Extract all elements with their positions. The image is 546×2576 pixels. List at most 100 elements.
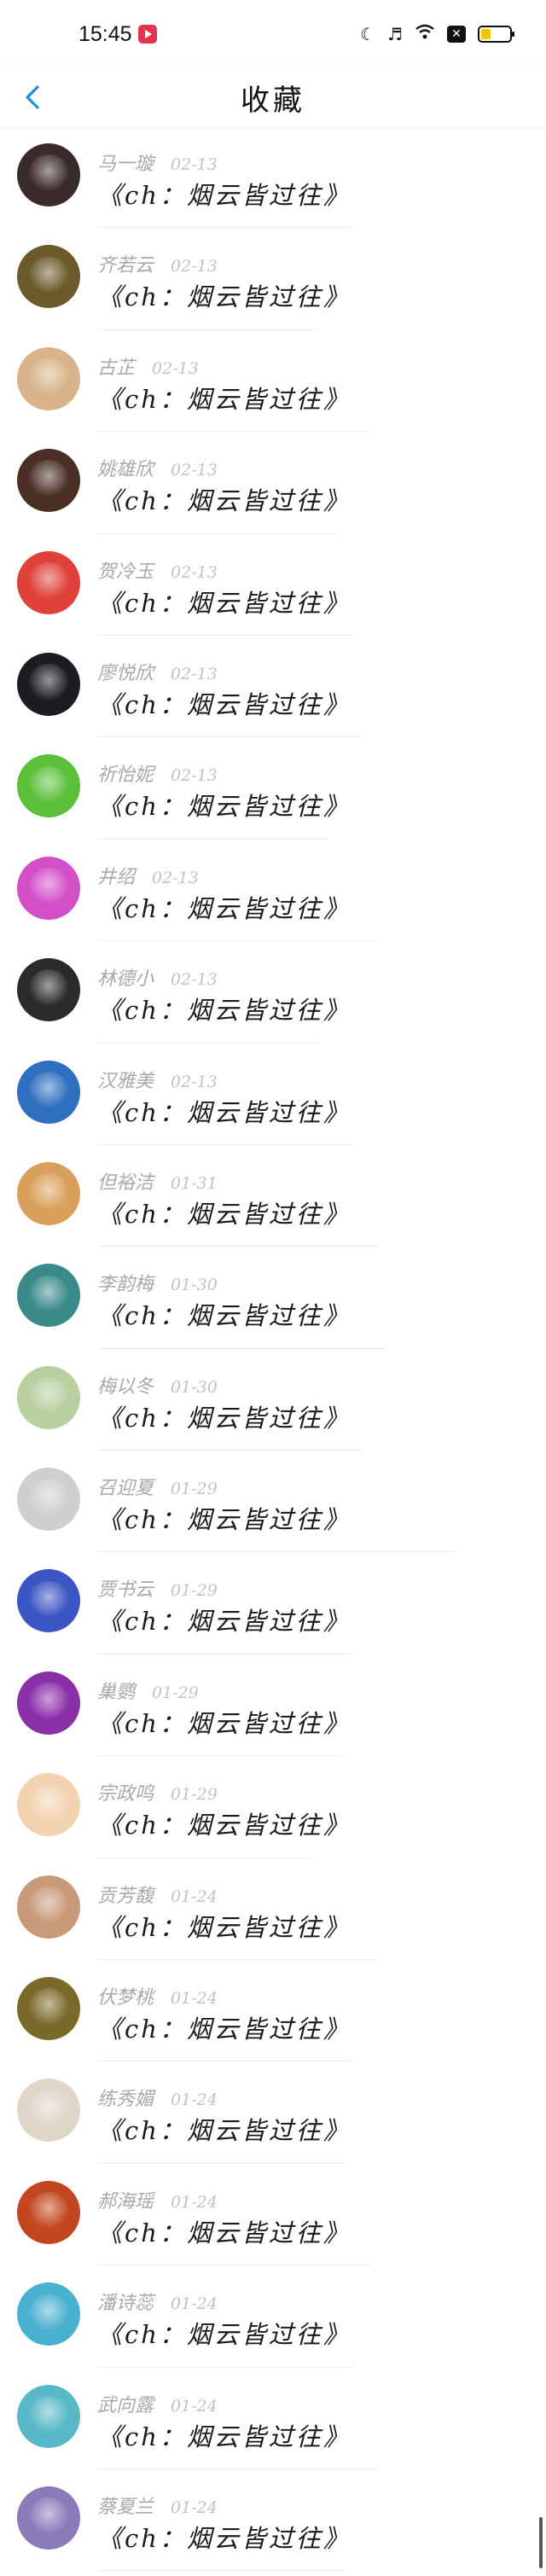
list-item[interactable]: 贾书云 01-29 《ch：烟云皆过往》 bbox=[0, 1552, 546, 1654]
list-item[interactable]: 姚雄欣 02-13 《ch：烟云皆过往》 bbox=[0, 432, 546, 534]
item-date: 01-24 bbox=[171, 2192, 218, 2212]
list-item[interactable]: 练秀媚 01-24 《ch：烟云皆过往》 bbox=[0, 2061, 546, 2164]
avatar[interactable] bbox=[17, 1569, 80, 1633]
avatar[interactable] bbox=[17, 2079, 80, 2143]
list-item[interactable]: 巢鹦 01-29 《ch：烟云皆过往》 bbox=[0, 1654, 546, 1757]
item-name: 林德小 bbox=[97, 968, 154, 991]
avatar[interactable] bbox=[17, 449, 80, 513]
item-name: 祈怡妮 bbox=[97, 765, 154, 787]
avatar[interactable] bbox=[17, 754, 80, 818]
item-date: 01-29 bbox=[152, 1683, 199, 1702]
item-message: 《ch：烟云皆过往》 bbox=[97, 2015, 351, 2044]
avatar[interactable] bbox=[17, 143, 80, 206]
item-meta: 廖悦欣 02-13 bbox=[97, 658, 218, 685]
item-message: 《ch：烟云皆过往》 bbox=[97, 2116, 351, 2146]
avatar[interactable] bbox=[17, 2486, 80, 2550]
list-item[interactable]: 古芷 02-13 《ch：烟云皆过往》 bbox=[0, 330, 546, 433]
item-name: 宗政鸣 bbox=[97, 1783, 154, 1806]
item-date: 01-24 bbox=[171, 2497, 218, 2517]
list-item[interactable]: 井绍 02-13 《ch：烟云皆过往》 bbox=[0, 840, 546, 942]
item-date: 02-13 bbox=[171, 155, 218, 174]
item-meta: 梅以冬 01-30 bbox=[97, 1371, 218, 1398]
item-message: 《ch：烟云皆过往》 bbox=[97, 2218, 351, 2247]
avatar[interactable] bbox=[17, 1977, 80, 2041]
list-item[interactable]: 蔡夏兰 01-24 《ch：烟云皆过往》 bbox=[0, 2469, 546, 2572]
item-date: 02-13 bbox=[152, 868, 199, 887]
item-message: 《ch：烟云皆过往》 bbox=[97, 893, 351, 923]
avatar[interactable] bbox=[17, 2384, 80, 2448]
avatar[interactable] bbox=[17, 2180, 80, 2244]
item-date: 01-24 bbox=[171, 2090, 218, 2110]
avatar[interactable] bbox=[17, 1060, 80, 1124]
avatar[interactable] bbox=[17, 1161, 80, 1225]
item-date: 01-29 bbox=[171, 1785, 218, 1805]
item-meta: 贡芳馥 01-24 bbox=[97, 1881, 218, 1908]
item-date: 02-13 bbox=[171, 257, 218, 276]
avatar[interactable] bbox=[17, 1671, 80, 1735]
item-message: 《ch：烟云皆过往》 bbox=[97, 1505, 351, 1535]
list-item[interactable]: 贡芳馥 01-24 《ch：烟云皆过往》 bbox=[0, 1858, 546, 1961]
list-item[interactable]: 祈怡妮 02-13 《ch：烟云皆过往》 bbox=[0, 737, 546, 840]
list-item[interactable]: 郝海瑶 01-24 《ch：烟云皆过往》 bbox=[0, 2164, 546, 2266]
item-meta: 巢鹦 01-29 bbox=[97, 1677, 199, 1704]
item-date: 01-24 bbox=[171, 2294, 218, 2314]
item-meta: 武向露 01-24 bbox=[97, 2390, 218, 2417]
avatar[interactable] bbox=[17, 1264, 80, 1328]
avatar[interactable] bbox=[17, 1875, 80, 1939]
item-message: 《ch：烟云皆过往》 bbox=[97, 1811, 351, 1840]
item-name: 召迎夏 bbox=[97, 1478, 154, 1500]
app-notification-icon bbox=[138, 25, 157, 44]
list-item[interactable]: 马一璇 02-13 《ch：烟云皆过往》 bbox=[0, 126, 546, 229]
avatar[interactable] bbox=[17, 1468, 80, 1532]
item-name: 梅以冬 bbox=[97, 1375, 154, 1398]
item-date: 02-13 bbox=[171, 562, 218, 582]
avatar[interactable] bbox=[17, 550, 80, 614]
item-name: 汉雅美 bbox=[97, 1070, 154, 1092]
item-message: 《ch：烟云皆过往》 bbox=[97, 2320, 351, 2350]
list-item[interactable]: 贺冷玉 02-13 《ch：烟云皆过往》 bbox=[0, 534, 546, 636]
avatar[interactable] bbox=[17, 856, 80, 920]
list-item[interactable]: 宗政鸣 01-29 《ch：烟云皆过往》 bbox=[0, 1756, 546, 1858]
item-name: 但裕洁 bbox=[97, 1172, 154, 1194]
item-meta: 蔡夏兰 01-24 bbox=[97, 2492, 218, 2519]
avatar[interactable] bbox=[17, 1365, 80, 1429]
item-date: 01-29 bbox=[171, 1581, 218, 1601]
item-name: 巢鹦 bbox=[97, 1681, 136, 1703]
list-item[interactable]: 武向露 01-24 《ch：烟云皆过往》 bbox=[0, 2368, 546, 2469]
wifi-icon bbox=[415, 23, 435, 44]
scrollbar-thumb[interactable] bbox=[539, 2517, 543, 2568]
list-item[interactable]: 林德小 02-13 《ch：烟云皆过往》 bbox=[0, 941, 546, 1044]
list-item[interactable]: 梅以冬 01-30 《ch：烟云皆过往》 bbox=[0, 1349, 546, 1451]
item-meta: 齐若云 02-13 bbox=[97, 250, 218, 277]
item-meta: 练秀媚 01-24 bbox=[97, 2084, 218, 2111]
status-bar: 15:45 ☾ ♬ ✕ bbox=[0, 0, 546, 68]
list-item[interactable]: 伏梦桃 01-24 《ch：烟云皆过往》 bbox=[0, 1960, 546, 2062]
item-name: 贾书云 bbox=[97, 1579, 154, 1602]
list-item[interactable]: 李韵梅 01-30 《ch：烟云皆过往》 bbox=[0, 1247, 546, 1349]
list-item[interactable]: 召迎夏 01-29 《ch：烟云皆过往》 bbox=[0, 1451, 546, 1553]
item-meta: 姚雄欣 02-13 bbox=[97, 454, 218, 481]
item-date: 02-13 bbox=[171, 766, 218, 786]
avatar[interactable] bbox=[17, 2282, 80, 2346]
list-item[interactable]: 廖悦欣 02-13 《ch：烟云皆过往》 bbox=[0, 636, 546, 738]
item-message: 《ch：烟云皆过往》 bbox=[97, 588, 351, 618]
item-meta: 伏梦桃 01-24 bbox=[97, 1982, 218, 2009]
avatar[interactable] bbox=[17, 958, 80, 1022]
item-name: 贡芳馥 bbox=[97, 1885, 154, 1907]
avatar[interactable] bbox=[17, 652, 80, 716]
item-name: 古芷 bbox=[97, 357, 136, 379]
item-date: 02-13 bbox=[171, 970, 218, 990]
list-item[interactable]: 齐若云 02-13 《ch：烟云皆过往》 bbox=[0, 228, 546, 330]
list-item[interactable]: 潘诗蕊 01-24 《ch：烟云皆过往》 bbox=[0, 2265, 546, 2368]
item-name: 廖悦欣 bbox=[97, 662, 154, 684]
item-message: 《ch：烟云皆过往》 bbox=[97, 1607, 351, 1637]
item-meta: 宗政鸣 01-29 bbox=[97, 1778, 218, 1806]
avatar[interactable] bbox=[17, 1773, 80, 1837]
list-item[interactable]: 但裕洁 01-31 《ch：烟云皆过往》 bbox=[0, 1145, 546, 1247]
item-meta: 古芷 02-13 bbox=[97, 352, 199, 380]
battery-icon bbox=[478, 25, 514, 43]
list-item[interactable]: 汉雅美 02-13 《ch：烟云皆过往》 bbox=[0, 1044, 546, 1145]
avatar[interactable] bbox=[17, 346, 80, 410]
item-message: 《ch：烟云皆过往》 bbox=[97, 2422, 351, 2451]
avatar[interactable] bbox=[17, 245, 80, 309]
